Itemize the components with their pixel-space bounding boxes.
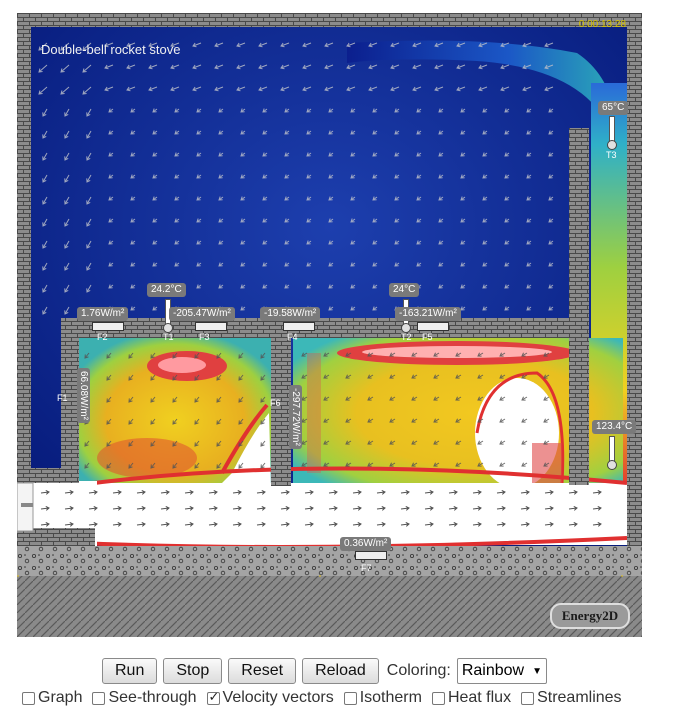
flux-sensor-f2[interactable] (92, 322, 124, 331)
reset-button[interactable]: Reset (228, 658, 297, 684)
streamlines-checkbox[interactable] (521, 691, 535, 705)
coloring-selected-value: Rainbow (461, 662, 525, 679)
run-button[interactable]: Run (102, 658, 158, 684)
flux-f2-reading: 1.76W/m² (77, 307, 129, 321)
graph-label: Graph (38, 689, 83, 706)
heat-flux-checkbox[interactable] (431, 691, 445, 705)
flux-sensor-f7[interactable] (355, 551, 387, 560)
stop-button[interactable]: Stop (163, 658, 223, 684)
heat-flux-label: Heat flux (447, 689, 512, 706)
flux-f7-reading: 0.36W/m² (340, 537, 392, 551)
flux-f5-reading: -163.21W/m² (395, 307, 461, 321)
isotherm-option[interactable]: Isotherm (343, 689, 422, 707)
flux-f3-reading: -205.47W/m² (169, 307, 235, 321)
flux-f5-id: F5 (422, 332, 433, 342)
view-options: Graph See-through Velocity vectors Isoth… (22, 689, 622, 707)
flux-sensor-f3[interactable] (195, 322, 227, 331)
graph-option[interactable]: Graph (22, 689, 82, 707)
flux-f6-reading: -297.72W/m² (289, 385, 302, 449)
velocity-vectors-option[interactable]: Velocity vectors (206, 689, 334, 707)
see-through-option[interactable]: See-through (92, 689, 197, 707)
thermometer-t4-reading: 123.4°C (592, 420, 637, 434)
thermometer-t1-reading: 24.2°C (147, 283, 186, 297)
reload-button[interactable]: Reload (302, 658, 379, 684)
coloring-select[interactable]: Rainbow ▼ (456, 658, 547, 684)
thermometer-t3-id: T3 (606, 150, 617, 160)
streamlines-label: Streamlines (537, 689, 622, 706)
flux-f1-id: F1 (57, 393, 68, 403)
flux-sensor-f5[interactable] (417, 322, 449, 331)
simulation-clock: 0:00:13:28 (578, 19, 626, 30)
flux-f4-id: F4 (287, 332, 298, 342)
simulation-canvas[interactable]: Double-bell rocket stove 0:00:13:28 24.2… (17, 13, 642, 637)
flux-f2-id: F2 (97, 332, 108, 342)
thermometer-t2-id: T2 (401, 332, 412, 342)
coloring-label: Coloring: (386, 662, 451, 679)
thermometer-t4[interactable] (607, 436, 617, 470)
velocity-vectors-checkbox[interactable] (206, 689, 220, 705)
see-through-label: See-through (108, 689, 197, 706)
flux-sensor-f4[interactable] (283, 322, 315, 331)
thermometer-t2-reading: 24°C (389, 283, 420, 297)
flux-f7-id: F7 (361, 563, 372, 573)
heat-flux-option[interactable]: Heat flux (431, 689, 512, 707)
streamlines-option[interactable]: Streamlines (521, 689, 622, 707)
thermometer-t3[interactable] (607, 116, 617, 150)
thermometer-t3-reading: 65°C (598, 101, 629, 115)
chevron-down-icon: ▼ (532, 665, 542, 677)
flux-f4-reading: -19.58W/m² (260, 307, 321, 321)
flux-f6-id: F6 (270, 398, 281, 408)
simulation-title: Double-bell rocket stove (41, 42, 181, 57)
flux-f1-reading: 66.08W/m² (77, 368, 90, 423)
graph-checkbox[interactable] (22, 691, 35, 705)
toolbar: Run Stop Reset Reload Coloring: Rainbow … (102, 658, 547, 684)
thermometer-t1-id: T1 (163, 332, 174, 342)
flux-f3-id: F3 (199, 332, 210, 342)
isotherm-checkbox[interactable] (343, 691, 357, 705)
velocity-vectors-label: Velocity vectors (222, 689, 334, 706)
isotherm-label: Isotherm (359, 689, 422, 706)
energy2d-logo: Energy2D (550, 603, 630, 629)
see-through-checkbox[interactable] (92, 691, 106, 705)
